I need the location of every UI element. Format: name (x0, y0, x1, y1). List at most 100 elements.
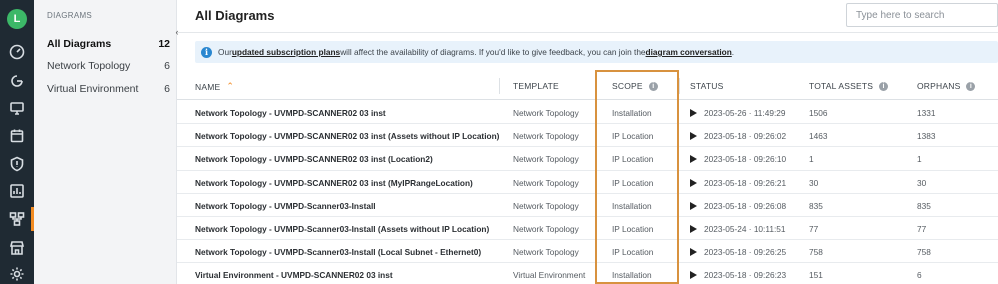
column-header-name[interactable]: NAME ⌃ (195, 81, 234, 92)
shield-icon[interactable] (9, 156, 25, 172)
column-divider[interactable] (679, 78, 680, 94)
diagrams-sidebar: DIAGRAMS All Diagrams 12 Network Topolog… (34, 0, 177, 284)
orphans-cell: 758 (917, 247, 931, 258)
diagram-icon[interactable] (9, 211, 25, 227)
column-header-status[interactable]: STATUS (690, 81, 723, 91)
template-cell: Network Topology (513, 247, 579, 258)
orphans-help-icon[interactable]: i (966, 81, 976, 91)
play-icon[interactable] (690, 271, 697, 280)
status-timestamp: 2023-05-18 · 09:26:08 (704, 200, 787, 211)
orphans-cell: 1383 (917, 131, 936, 142)
play-icon[interactable] (690, 155, 697, 164)
total-assets-cell: 1506 (809, 108, 828, 118)
play-icon[interactable] (690, 109, 697, 117)
status-cell: 2023-05-18 · 09:26:23 (690, 270, 786, 280)
settings-icon[interactable] (9, 266, 25, 282)
template-cell: Virtual Environment (513, 270, 586, 281)
template-cell: Network Topology (513, 154, 579, 165)
sidebar-item-count: 6 (164, 83, 170, 95)
play-icon[interactable] (690, 201, 697, 210)
template-cell: Network Topology (513, 224, 579, 234)
sidebar-item-network-topology[interactable]: Network Topology 6 (47, 60, 170, 72)
orphans-cell: 30 (917, 177, 927, 188)
column-divider[interactable] (499, 78, 500, 94)
main-panel: All Diagrams i Our updated subscription … (177, 0, 998, 284)
status-cell: 2023-05-18 · 09:26:25 (690, 247, 786, 257)
sidebar-item-label: Network Topology (47, 60, 131, 72)
diagram-name-cell[interactable]: Network Topology - UVMPD-Scanner03-Insta… (195, 247, 481, 257)
sidebar-item-all-diagrams[interactable]: All Diagrams 12 (47, 38, 170, 50)
graph-icon[interactable] (9, 73, 25, 89)
diagram-conversation-link[interactable]: diagram conversation (646, 47, 732, 57)
sort-ascending-icon[interactable]: ⌃ (226, 81, 234, 92)
status-cell: 2023-05-18 · 09:26:21 (690, 178, 786, 188)
template-cell: Network Topology (513, 131, 579, 142)
column-header-total-assets[interactable]: TOTAL ASSETS i (809, 81, 889, 91)
play-icon[interactable] (690, 225, 697, 233)
diagram-name-cell[interactable]: Network Topology - UVMPD-SCANNER02 03 in… (195, 154, 433, 164)
diagram-name-cell[interactable]: Network Topology - UVMPD-SCANNER02 03 in… (195, 108, 386, 118)
diagram-name-cell[interactable]: Network Topology - UVMPD-Scanner03-Insta… (195, 224, 489, 234)
sidebar-item-virtual-environment[interactable]: Virtual Environment 6 (47, 83, 170, 95)
diagram-name-cell[interactable]: Network Topology - UVMPD-Scanner03-Insta… (195, 201, 376, 211)
orphans-cell: 1331 (917, 108, 936, 118)
status-cell: 2023-05-18 · 09:26:02 (690, 131, 786, 141)
total-assets-cell: 1 (809, 154, 814, 165)
orphans-cell: 835 (917, 200, 931, 211)
play-icon[interactable] (690, 178, 697, 187)
sidebar-item-count: 12 (158, 38, 170, 50)
user-avatar[interactable]: L (7, 9, 27, 29)
store-icon[interactable] (9, 240, 25, 256)
diagram-name-cell[interactable]: Network Topology - UVMPD-SCANNER02 03 in… (195, 178, 473, 188)
sidebar-item-count: 6 (164, 60, 170, 72)
sidebar-heading: DIAGRAMS (47, 11, 93, 20)
info-icon: i (201, 46, 212, 58)
status-timestamp: 2023-05-18 · 09:26:02 (704, 131, 787, 142)
info-banner: i Our updated subscription plans will af… (195, 41, 998, 63)
orphans-cell: 6 (917, 270, 922, 281)
total-assets-cell: 30 (809, 177, 819, 188)
status-timestamp: 2023-05-18 · 09:26:23 (704, 270, 787, 281)
status-timestamp: 2023-05-18 · 09:26:21 (704, 177, 787, 188)
play-icon[interactable] (690, 132, 697, 141)
orphans-cell: 1 (917, 154, 922, 165)
diagram-name-cell[interactable]: Virtual Environment - UVMPD-SCANNER02 03… (195, 270, 393, 280)
table-row[interactable]: Network Topology - UVMPD-SCANNER02 03 in… (177, 171, 998, 194)
column-label: TEMPLATE (513, 81, 559, 91)
icon-rail: L (0, 0, 34, 284)
chart-icon[interactable] (9, 183, 25, 199)
banner-text-suffix: . (731, 47, 735, 57)
gauge-icon[interactable] (9, 44, 25, 60)
column-header-template[interactable]: TEMPLATE (513, 81, 559, 91)
status-cell: 2023-05-18 · 09:26:08 (690, 201, 786, 211)
column-label: NAME (195, 81, 221, 92)
table-row[interactable]: Network Topology - UVMPD-Scanner03-Insta… (177, 240, 998, 264)
table-row[interactable]: Network Topology - UVMPD-Scanner03-Insta… (177, 194, 998, 217)
table-row[interactable]: Network Topology - UVMPD-SCANNER02 03 in… (177, 147, 998, 171)
table-row[interactable]: Network Topology - UVMPD-SCANNER02 03 in… (177, 101, 998, 125)
table-row[interactable]: Network Topology - UVMPD-Scanner03-Insta… (177, 217, 998, 241)
status-cell: 2023-05-18 · 09:26:10 (690, 154, 786, 164)
app-window: L DIAGRAMS All Diagrams 12 Network Topol… (0, 0, 998, 284)
total-assets-cell: 758 (809, 247, 823, 258)
column-header-orphans[interactable]: ORPHANS i (917, 81, 976, 91)
status-timestamp: 2023-05-24 · 10:11:51 (704, 224, 786, 234)
column-label: TOTAL ASSETS (809, 81, 874, 91)
orphans-cell: 77 (917, 224, 927, 234)
table-header: NAME ⌃ TEMPLATE SCOPE i STATUS TOTAL ASS… (177, 72, 998, 100)
status-timestamp: 2023-05-18 · 09:26:25 (704, 247, 787, 258)
total-assets-cell: 77 (809, 224, 819, 234)
sidebar-item-label: All Diagrams (47, 38, 112, 50)
table-row[interactable]: Network Topology - UVMPD-SCANNER02 03 in… (177, 124, 998, 148)
total-assets-cell: 835 (809, 200, 823, 211)
monitor-icon[interactable] (9, 100, 25, 116)
banner-text-middle: will affect the availability of diagrams… (340, 47, 646, 57)
banner-text-prefix: Our (218, 47, 232, 57)
diagram-name-cell[interactable]: Network Topology - UVMPD-SCANNER02 03 in… (195, 131, 499, 141)
play-icon[interactable] (690, 248, 697, 257)
search-input[interactable] (846, 3, 998, 27)
calendar-icon[interactable] (9, 128, 25, 144)
assets-help-icon[interactable]: i (879, 81, 889, 91)
subscription-plans-link[interactable]: updated subscription plans (232, 47, 340, 57)
table-row[interactable]: Virtual Environment - UVMPD-SCANNER02 03… (177, 263, 998, 284)
